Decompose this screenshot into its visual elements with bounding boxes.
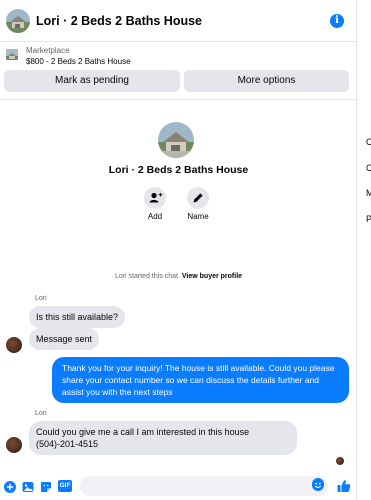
outgoing-message[interactable]: Thank you for your inquiry! The house is… — [52, 357, 349, 403]
marketplace-label: Marketplace — [26, 46, 70, 55]
view-buyer-profile-link[interactable]: View buyer profile — [182, 273, 242, 280]
chat-panel: Lori · 2 Beds 2 Baths House i Marketplac… — [0, 0, 357, 500]
name-action[interactable]: Name — [183, 187, 213, 221]
pencil-icon[interactable] — [187, 187, 209, 209]
incoming-message[interactable]: Is this still available? — [29, 306, 126, 328]
marketplace-bar: Marketplace $800 - 2 Beds 2 Baths House … — [0, 42, 357, 100]
incoming-message[interactable]: Could you give me a call I am interested… — [29, 421, 297, 455]
listing-thumbnail[interactable] — [6, 48, 18, 60]
mark-as-pending-button[interactable]: Mark as pending — [4, 70, 180, 92]
sender-avatar[interactable] — [6, 437, 22, 453]
plus-icon[interactable] — [4, 480, 16, 498]
chat-started-notice: Lori started this chat. View buyer profi… — [0, 273, 357, 280]
side-menu-item[interactable]: C — [366, 137, 371, 147]
sender-avatar[interactable] — [6, 337, 22, 353]
composer-bar: GIF — [0, 472, 357, 500]
listing-avatar[interactable] — [6, 9, 30, 33]
add-person-icon[interactable] — [144, 187, 166, 209]
image-icon[interactable] — [22, 480, 34, 498]
emoji-icon[interactable] — [312, 478, 324, 491]
chat-title[interactable]: Lori · 2 Beds 2 Baths House — [36, 14, 202, 28]
info-icon[interactable]: i — [330, 14, 344, 28]
message-sender: Lori — [35, 410, 47, 417]
profile-avatar[interactable] — [158, 122, 194, 158]
message-input[interactable] — [80, 476, 328, 496]
sticker-icon[interactable] — [40, 480, 52, 498]
add-label: Add — [147, 212, 163, 221]
add-action[interactable]: Add — [140, 187, 170, 221]
like-icon[interactable] — [337, 479, 351, 498]
gif-icon[interactable]: GIF — [58, 480, 72, 492]
more-options-button[interactable]: More options — [184, 70, 349, 92]
seen-avatar — [336, 457, 344, 465]
side-menu-item[interactable]: C — [366, 163, 371, 173]
message-sender: Lori — [35, 295, 47, 302]
side-menu-item[interactable]: P — [366, 214, 371, 224]
incoming-message[interactable]: Message sent — [29, 328, 100, 350]
side-menu-item[interactable]: M — [366, 188, 371, 198]
chat-header: Lori · 2 Beds 2 Baths House i — [0, 0, 357, 42]
name-label: Name — [187, 212, 209, 221]
profile-name: Lori · 2 Beds 2 Baths House — [108, 164, 249, 176]
chat-started-text: Lori started this chat. — [114, 273, 180, 280]
listing-price-title[interactable]: $800 - 2 Beds 2 Baths House — [26, 57, 131, 66]
